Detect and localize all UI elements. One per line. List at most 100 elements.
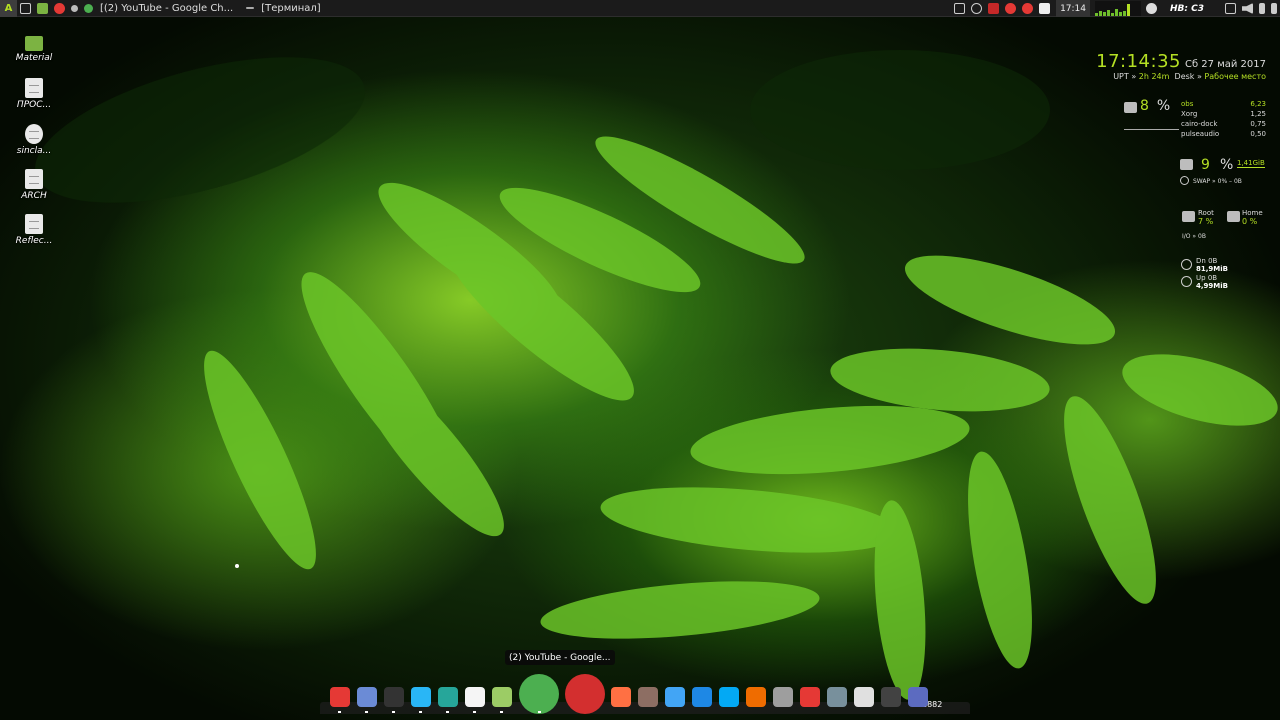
home-label: Home xyxy=(1242,209,1263,217)
power-icon[interactable] xyxy=(1271,3,1277,14)
swap-icon xyxy=(1180,176,1189,185)
document-icon xyxy=(25,169,43,189)
dock-item-power-icon[interactable] xyxy=(881,687,901,707)
down-total: 81,9MiB xyxy=(1196,265,1228,273)
ram-icon xyxy=(1180,159,1193,170)
chat-icon[interactable] xyxy=(1146,3,1157,14)
dock-item-chrome-icon[interactable] xyxy=(519,674,559,714)
net-down: Dn 0B 81,9MiB xyxy=(1196,257,1228,273)
dock-item-chat-icon[interactable] xyxy=(692,687,712,707)
flag-icon[interactable] xyxy=(988,3,1000,14)
dock-item-network-icon[interactable] xyxy=(827,687,847,707)
running-indicator xyxy=(365,711,368,713)
dock-item-terminal-icon[interactable] xyxy=(384,687,404,707)
dock-item-skype-icon[interactable] xyxy=(719,687,739,707)
home-disk-icon xyxy=(1227,211,1240,222)
network-icon[interactable] xyxy=(1225,3,1236,14)
desktop-icon-label: ПРОС... xyxy=(16,100,52,110)
running-indicator xyxy=(419,711,422,713)
dock-item-monitor-icon[interactable] xyxy=(665,687,685,707)
dock-item-files-icon[interactable] xyxy=(492,687,512,707)
dock-item-update-icon[interactable] xyxy=(908,687,928,707)
up-value: 0B xyxy=(1207,274,1218,282)
file-manager-icon[interactable] xyxy=(37,2,48,14)
dock-item-firefox-icon[interactable] xyxy=(611,687,631,707)
record-icon[interactable] xyxy=(971,3,983,14)
down-label: Dn xyxy=(1196,257,1206,265)
net-up: Up 0B 4,99MiB xyxy=(1196,274,1228,290)
running-indicator xyxy=(446,711,449,713)
cpu-bar xyxy=(1124,129,1179,130)
dock-item-opera-icon[interactable] xyxy=(565,674,605,714)
document-icon xyxy=(25,78,43,98)
download-icon xyxy=(1181,259,1192,270)
running-indicator xyxy=(500,711,503,713)
process-row: Xorg 1,25 xyxy=(1181,110,1266,118)
home-disk: Home 0 % xyxy=(1242,209,1263,226)
cpu-percent: 8% xyxy=(1140,98,1171,114)
desktop-icon-label: Reflec... xyxy=(15,236,53,246)
dock-item-app-grid-icon[interactable] xyxy=(330,687,350,707)
chrome-icon[interactable] xyxy=(54,2,65,14)
desktop-icon-arch[interactable]: ARCH xyxy=(12,169,56,201)
ram-percent-sign: % xyxy=(1220,157,1234,173)
volume-icon[interactable] xyxy=(1242,3,1253,14)
mouse-pointer xyxy=(235,564,239,568)
desktop-icon-label: ARCH xyxy=(21,191,47,201)
folder-icon xyxy=(25,36,43,51)
disc-icon xyxy=(25,124,43,144)
desktop-icon-label: sincla... xyxy=(16,146,52,156)
ram-size: 1,41GiB xyxy=(1237,159,1265,168)
dock-item-paint-icon[interactable] xyxy=(746,687,766,707)
dock-item-download-icon[interactable] xyxy=(411,687,431,707)
conky-time: 17:14:35 xyxy=(1096,51,1181,72)
dock-item-gmail-icon[interactable] xyxy=(800,687,820,707)
home-percent: 0 % xyxy=(1242,217,1258,226)
taskbar-item-terminal[interactable]: [Терминал] xyxy=(261,3,321,14)
desktop-icon-material[interactable]: Material xyxy=(12,33,56,63)
wallpaper xyxy=(35,50,1278,700)
dock-item-mail-icon[interactable] xyxy=(638,687,658,707)
ram-percent: 9 xyxy=(1201,157,1210,173)
uptime-value: 2h 24m xyxy=(1138,72,1170,81)
document-icon xyxy=(25,214,43,234)
stop-icon[interactable] xyxy=(1039,3,1051,14)
dock-item-notes-icon[interactable] xyxy=(465,687,485,707)
desktop-icon-sincla[interactable]: sincla... xyxy=(12,124,56,156)
conky-uptime: UPT » 2h 24m Desk » Рабочее место xyxy=(1113,72,1266,81)
bug-icon[interactable] xyxy=(1022,3,1034,14)
dock-item-trash-icon[interactable] xyxy=(773,687,793,707)
up-label: Up xyxy=(1196,274,1206,282)
root-label: Root xyxy=(1198,209,1214,217)
menu-icon[interactable]: A xyxy=(0,0,17,17)
upload-icon xyxy=(1181,276,1192,287)
terminal-task-icon xyxy=(246,7,255,9)
swap-info: SWAP » 0% – 0B xyxy=(1193,178,1242,185)
running-indicator xyxy=(473,711,476,713)
taskbar-item-youtube[interactable]: [(2) YouTube - Google Ch... xyxy=(100,3,233,14)
desk-value: Рабочее место xyxy=(1204,72,1266,81)
desktop-icon-document[interactable]: ПРОС... xyxy=(12,78,56,110)
battery-icon[interactable] xyxy=(1259,3,1265,14)
panel-clock[interactable]: 17:14 xyxy=(1056,0,1090,17)
screen-icon[interactable] xyxy=(954,3,966,14)
up-total: 4,99MiB xyxy=(1196,282,1228,290)
browser-icon[interactable] xyxy=(84,3,93,13)
system-tray: 17:14 НВ: С3 xyxy=(951,0,1280,17)
desktop-icon-reflec[interactable]: Reflec... xyxy=(12,214,56,246)
update-icon[interactable] xyxy=(1005,3,1017,14)
dock-tooltip: (2) YouTube - Google... xyxy=(505,650,615,665)
process-row: cairo-dock 0,75 xyxy=(1181,120,1266,128)
root-disk: Root 7 % xyxy=(1198,209,1214,226)
down-value: 0B xyxy=(1208,257,1218,265)
dock-item-screenshot-icon[interactable] xyxy=(438,687,458,707)
root-disk-icon xyxy=(1182,211,1195,222)
terminal-icon[interactable] xyxy=(20,2,31,14)
settings-icon[interactable] xyxy=(71,4,78,12)
disk-indicator: НВ: С3 xyxy=(1170,3,1204,14)
dock-item-messenger-icon[interactable] xyxy=(357,687,377,707)
dock-item-brightness-icon[interactable] xyxy=(854,687,874,707)
running-indicator xyxy=(392,711,395,713)
desk-label: Desk » xyxy=(1174,72,1202,81)
conky-date: Сб 27 май 2017 xyxy=(1184,59,1266,70)
